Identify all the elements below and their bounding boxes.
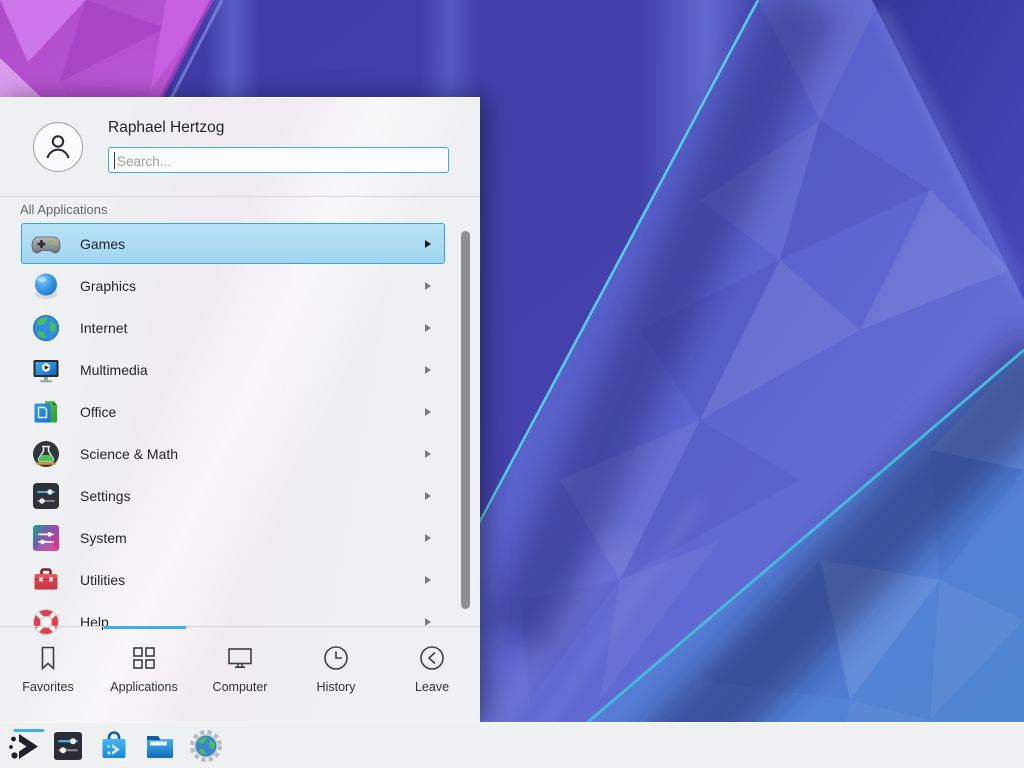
category-label: Office xyxy=(80,404,116,420)
applications-grid-icon xyxy=(129,643,159,673)
system-settings-icon xyxy=(50,728,86,764)
graphics-ball-icon xyxy=(30,270,62,302)
search-box[interactable] xyxy=(108,147,449,173)
submenu-arrow-icon xyxy=(425,324,431,332)
office-documents-icon xyxy=(30,396,62,428)
system-sliders-icon xyxy=(30,522,62,554)
category-science-math[interactable]: Science & Math xyxy=(21,433,445,474)
category-internet[interactable]: Internet xyxy=(21,307,445,348)
category-label: Internet xyxy=(80,320,127,336)
science-flask-icon xyxy=(30,438,62,470)
category-utilities[interactable]: Utilities xyxy=(21,559,445,600)
desktop: Raphael Hertzog All Applications xyxy=(0,0,1024,768)
leave-back-icon xyxy=(417,643,447,673)
category-office[interactable]: Office xyxy=(21,391,445,432)
category-label: Multimedia xyxy=(80,362,148,378)
tab-history[interactable]: History xyxy=(288,627,384,723)
category-label: Settings xyxy=(80,488,131,504)
kde-launcher-icon xyxy=(6,728,42,764)
submenu-arrow-icon xyxy=(425,450,431,458)
tab-computer[interactable]: Computer xyxy=(192,627,288,723)
browser-globe-gear-icon xyxy=(188,728,224,764)
tab-favorites[interactable]: Favorites xyxy=(0,627,96,723)
submenu-arrow-icon xyxy=(425,492,431,500)
tab-label: Favorites xyxy=(22,680,73,694)
file-manager-button[interactable] xyxy=(142,728,178,764)
submenu-arrow-icon xyxy=(425,534,431,542)
submenu-arrow-icon xyxy=(425,240,431,248)
tab-label: Applications xyxy=(110,680,177,694)
discover-bag-icon xyxy=(96,728,132,764)
category-games[interactable]: Games xyxy=(21,223,445,264)
tab-label: History xyxy=(317,680,356,694)
category-label: Games xyxy=(80,236,125,252)
multimedia-monitor-icon xyxy=(30,354,62,386)
category-multimedia[interactable]: Multimedia xyxy=(21,349,445,390)
history-clock-icon xyxy=(321,643,351,673)
application-launcher-menu: Raphael Hertzog All Applications xyxy=(0,97,480,722)
category-system[interactable]: System xyxy=(21,517,445,558)
category-settings[interactable]: Settings xyxy=(21,475,445,516)
user-icon xyxy=(42,131,74,163)
category-label: Utilities xyxy=(80,572,125,588)
utilities-toolbox-icon xyxy=(30,564,62,596)
system-settings-button[interactable] xyxy=(50,728,86,764)
category-label: Graphics xyxy=(80,278,136,294)
list-scrollbar[interactable] xyxy=(461,231,470,609)
launcher-header: Raphael Hertzog xyxy=(0,98,480,196)
settings-sliders-icon xyxy=(30,480,62,512)
search-input[interactable] xyxy=(115,149,439,173)
submenu-arrow-icon xyxy=(425,618,431,626)
computer-monitor-icon xyxy=(225,643,255,673)
header-divider xyxy=(0,196,480,197)
tab-label: Leave xyxy=(415,680,449,694)
globe-icon xyxy=(30,312,62,344)
favorites-bookmark-icon xyxy=(33,643,63,673)
submenu-arrow-icon xyxy=(425,408,431,416)
section-label: All Applications xyxy=(20,202,107,217)
user-avatar[interactable] xyxy=(33,122,83,172)
category-graphics[interactable]: Graphics xyxy=(21,265,445,306)
gamepad-icon xyxy=(30,228,62,260)
user-name: Raphael Hertzog xyxy=(108,119,224,137)
tab-label: Computer xyxy=(213,680,268,694)
dolphin-folder-icon xyxy=(142,728,178,764)
launcher-footer: Favorites Applications xyxy=(0,626,480,723)
tab-leave[interactable]: Leave xyxy=(384,627,480,723)
submenu-arrow-icon xyxy=(425,576,431,584)
taskbar-panel: ES 7:03 PM 4/24/21 xyxy=(0,722,1024,768)
category-label: System xyxy=(80,530,127,546)
discover-button[interactable] xyxy=(96,728,132,764)
category-label: Science & Math xyxy=(80,446,178,462)
tab-applications[interactable]: Applications xyxy=(96,627,192,723)
submenu-arrow-icon xyxy=(425,282,431,290)
application-launcher-button[interactable] xyxy=(6,728,42,764)
submenu-arrow-icon xyxy=(425,366,431,374)
web-browser-button[interactable] xyxy=(188,728,224,764)
active-task-indicator xyxy=(14,729,44,732)
